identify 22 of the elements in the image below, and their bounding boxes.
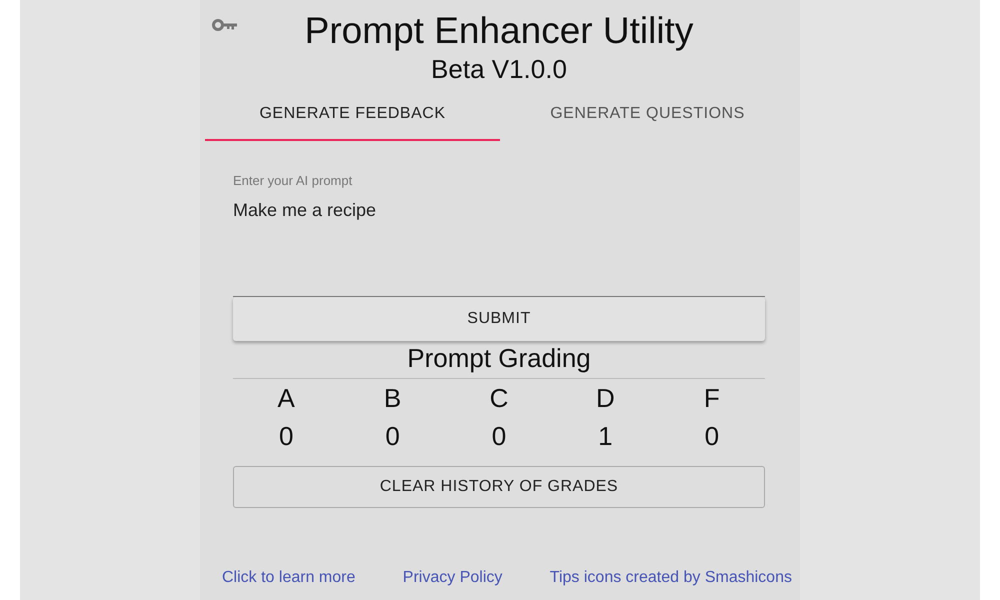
grade-letter: B bbox=[382, 382, 402, 415]
key-icon[interactable] bbox=[212, 18, 238, 32]
tab[interactable]: GENERATE QUESTIONS bbox=[500, 90, 795, 141]
clear-history-button[interactable]: CLEAR HISTORY OF GRADES bbox=[233, 466, 765, 508]
grade-letter: F bbox=[702, 382, 721, 415]
grade-letter: A bbox=[276, 382, 296, 415]
footer-link[interactable]: Privacy Policy bbox=[402, 566, 502, 590]
field-label: Enter your AI prompt bbox=[233, 172, 352, 190]
grade-letter: D bbox=[595, 382, 616, 415]
grade-count: 1 bbox=[597, 420, 614, 453]
section-title: Prompt Grading bbox=[406, 343, 592, 373]
footer-link[interactable]: Click to learn more bbox=[222, 566, 356, 590]
grade-count: 0 bbox=[704, 420, 720, 453]
grade-count: 0 bbox=[384, 420, 401, 453]
footer-link[interactable]: Tips icons created by Smashicons bbox=[550, 566, 792, 590]
submit-button[interactable]: SUBMIT bbox=[233, 297, 765, 341]
grade-count: 0 bbox=[490, 420, 508, 453]
grade-count: 0 bbox=[278, 420, 294, 453]
version-label: Beta V1.0.0 bbox=[430, 53, 568, 85]
grade-letter: C bbox=[488, 382, 510, 415]
tab[interactable]: GENERATE FEEDBACK bbox=[205, 90, 500, 141]
app-title: Prompt Enhancer Utility bbox=[304, 9, 694, 53]
